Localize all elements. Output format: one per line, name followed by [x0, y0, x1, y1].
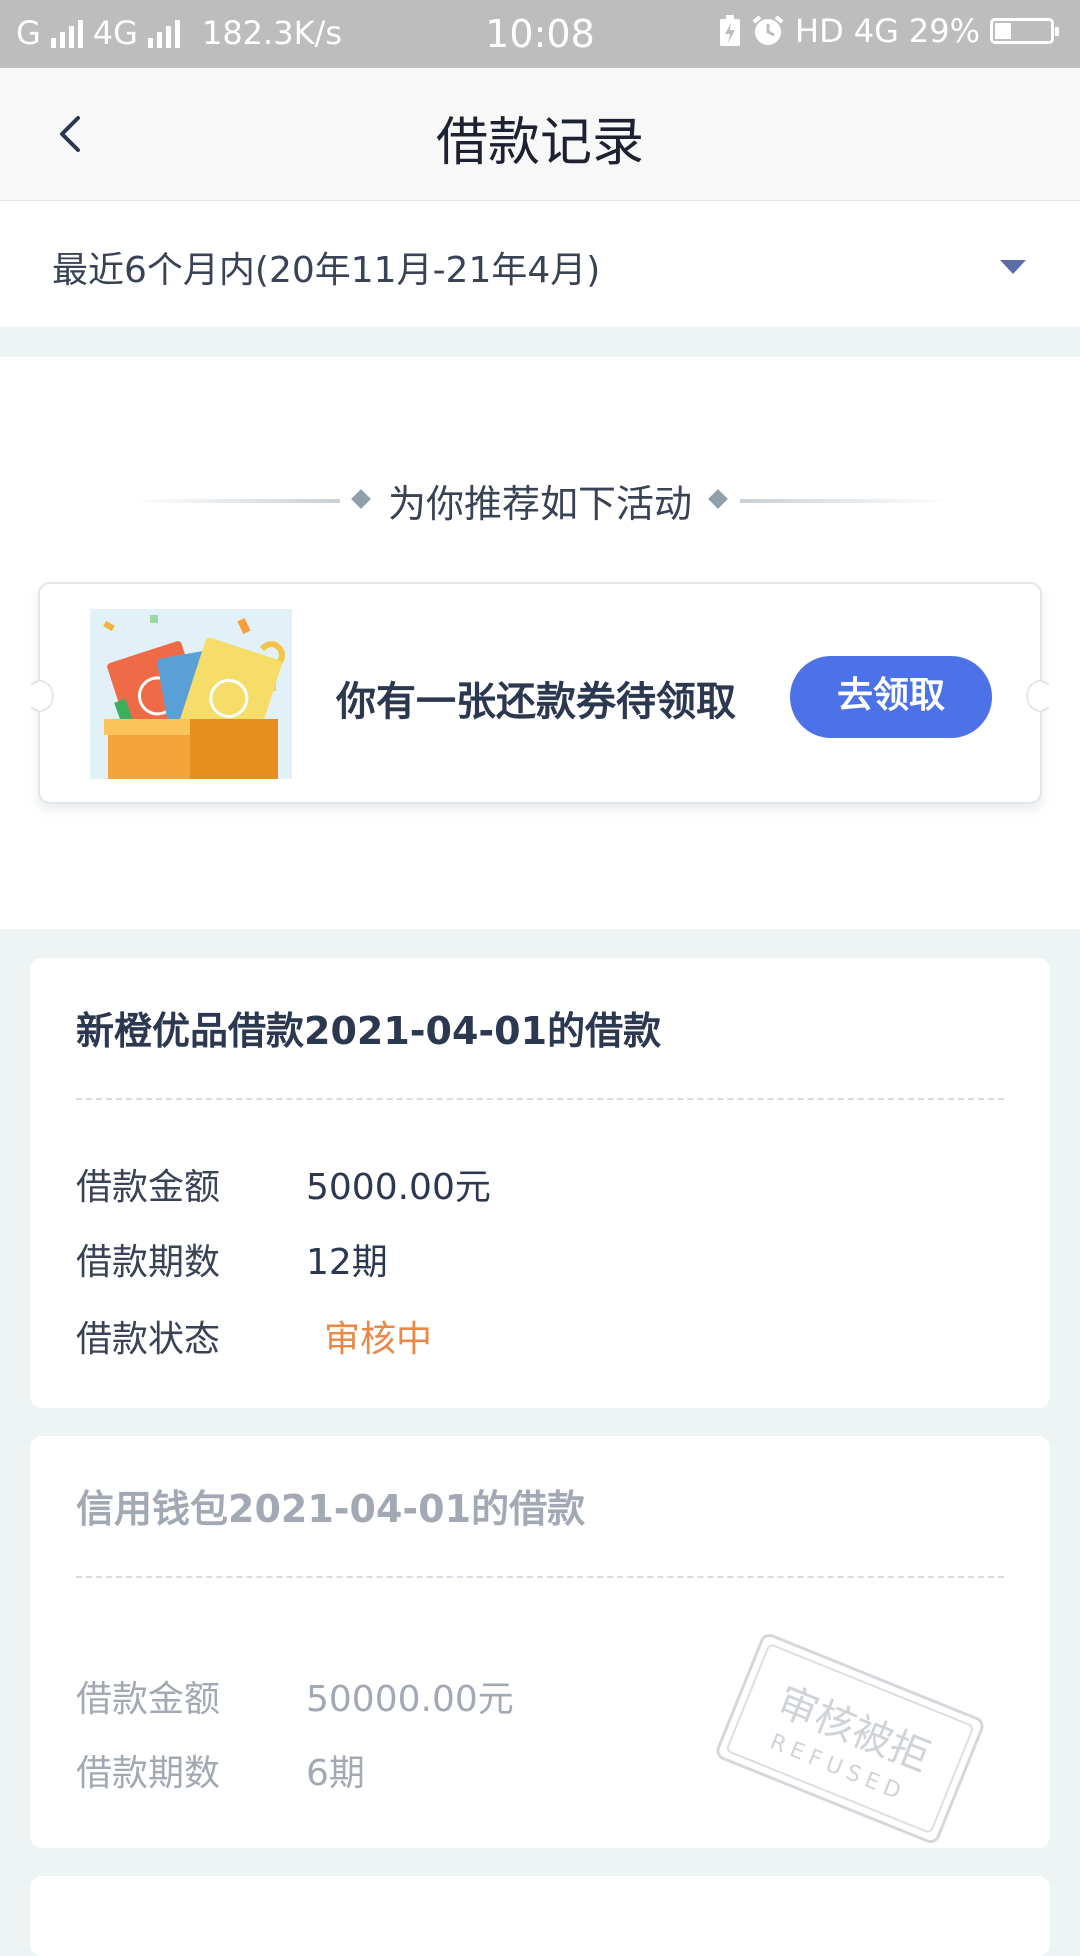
alarm-icon [752, 15, 784, 45]
loan-status-value: 审核中 [324, 1319, 433, 1360]
coupon-text: 你有一张还款券待领取 [336, 679, 736, 725]
status-bar: G 4G 182.3K/s 10:08 HD 4G 29% [0, 0, 1080, 68]
recommend-section: 为你推荐如下活动 你有一张还款券待领取 去领取 [0, 357, 1080, 929]
coupon-card[interactable]: 你有一张还款券待领取 去领取 [26, 582, 1054, 804]
chevron-down-icon[interactable] [1000, 260, 1026, 274]
battery-fill [995, 23, 1011, 39]
dashed-divider [76, 1098, 1004, 1100]
coupon-gift-box-image [90, 609, 292, 779]
loan-amount-label: 借款金额 [76, 1167, 221, 1208]
loan-title: 新橙优品借款2021-04-01的借款 [76, 1009, 662, 1053]
charging-icon [720, 15, 741, 46]
nav-header: 借款记录 [0, 68, 1080, 201]
battery-icon [990, 18, 1059, 44]
loan-amount-value: 5000.00元 [306, 1167, 491, 1208]
loan-card[interactable]: 新橙优品借款2021-04-01的借款 借款金额 5000.00元 借款期数 1… [30, 958, 1050, 1408]
time-filter-dropdown[interactable]: 最近6个月内(20年11月-21年4月) [0, 201, 1080, 327]
coupon-notch-right [1026, 680, 1054, 712]
loan-term-label: 借款期数 [76, 1753, 221, 1794]
network-type: 4G [853, 12, 899, 50]
loan-term-value: 6期 [306, 1753, 365, 1794]
coupon-notch-left [26, 680, 54, 712]
loan-amount-label: 借款金额 [76, 1679, 221, 1720]
status-right: HD 4G 29% [719, 12, 1059, 50]
divider-line-right [740, 499, 950, 503]
loan-title: 信用钱包2021-04-01的借款 [76, 1487, 586, 1531]
dashed-divider [76, 1576, 1004, 1578]
refused-stamp-icon: 审核被拒 REFUSED [713, 1630, 987, 1847]
time-filter-label: 最近6个月内(20年11月-21年4月) [52, 250, 601, 291]
hd-indicator: HD [795, 12, 844, 50]
loan-amount-value: 50000.00元 [306, 1679, 514, 1720]
loan-card-refused[interactable]: 信用钱包2021-04-01的借款 借款金额 50000.00元 借款期数 6期… [30, 1436, 1050, 1848]
loan-card-partial[interactable] [30, 1876, 1050, 1956]
claim-coupon-button[interactable]: 去领取 [790, 656, 992, 738]
page-title: 借款记录 [435, 113, 644, 173]
recommend-heading: 为你推荐如下活动 [0, 467, 1080, 527]
loan-term-value: 12期 [306, 1242, 388, 1283]
loan-status-label: 借款状态 [76, 1319, 221, 1360]
loan-term-label: 借款期数 [76, 1242, 221, 1283]
battery-percent: 29% [908, 12, 980, 50]
